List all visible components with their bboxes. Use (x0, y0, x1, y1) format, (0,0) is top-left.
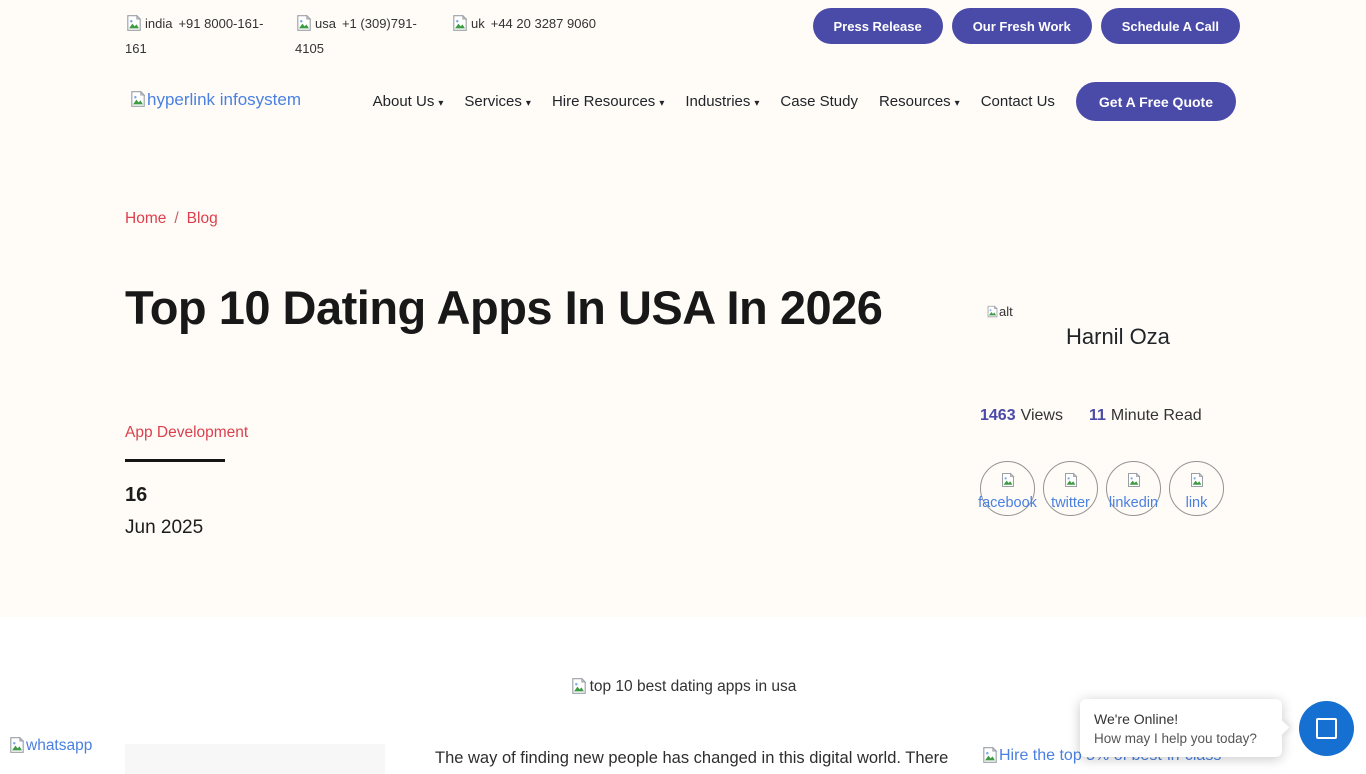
site-logo[interactable]: hyperlink infosystem (129, 90, 301, 110)
views-count: 1463 (980, 407, 1016, 424)
topbar-buttons: Press Release Our Fresh Work Schedule A … (813, 8, 1241, 44)
linkedin-alt-text: linkedin (1109, 495, 1158, 511)
uk-flag-alt-text: uk (471, 16, 485, 31)
publish-date-day: 16 (125, 484, 147, 507)
nav-hire-resources[interactable]: Hire Resources▾ (552, 93, 664, 110)
breadcrumb-home-link[interactable]: Home (125, 210, 166, 227)
breadcrumb-blog-link[interactable]: Blog (187, 210, 218, 227)
page-top-section: india+91 8000-161-161 usa+1 (309)791-410… (0, 0, 1366, 617)
nav-services[interactable]: Services▾ (464, 93, 531, 110)
nav-about-us[interactable]: About Us▾ (373, 93, 444, 110)
read-time-count: 11 (1089, 407, 1106, 424)
uk-flag-broken-image-icon (451, 14, 469, 32)
breadcrumb: Home / Blog (125, 210, 218, 228)
india-flag-alt-text: india (145, 16, 172, 31)
chevron-down-icon: ▾ (955, 98, 960, 109)
usa-phone-number[interactable]: +1 (309)791-4105 (295, 16, 417, 56)
phone-india[interactable]: india+91 8000-161-161 (125, 11, 275, 61)
whatsapp-float-button[interactable]: whatsapp (8, 736, 92, 755)
twitter-alt-text: twitter (1051, 495, 1090, 511)
chevron-down-icon: ▾ (438, 98, 443, 109)
nav-case-study[interactable]: Case Study (780, 93, 858, 110)
share-link-button[interactable]: link (1169, 461, 1224, 516)
get-a-free-quote-button[interactable]: Get A Free Quote (1076, 82, 1236, 121)
twitter-broken-image-icon (1063, 472, 1079, 488)
hire-banner-broken-image-icon (981, 746, 999, 764)
logo-broken-image-icon (129, 90, 147, 108)
whatsapp-broken-image-icon (8, 736, 26, 754)
facebook-broken-image-icon (1000, 472, 1016, 488)
category-app-development-link[interactable]: App Development (125, 424, 248, 442)
schedule-a-call-button[interactable]: Schedule A Call (1101, 8, 1240, 44)
chevron-down-icon: ▾ (526, 98, 531, 109)
breadcrumb-separator: / (174, 210, 178, 227)
intro-paragraph: The way of finding new people has change… (435, 749, 948, 768)
chat-tooltip: We're Online! How may I help you today? (1080, 699, 1282, 757)
blog-page: { "icons": { "dropdown_caret": "▾" }, "c… (0, 0, 1366, 768)
nav-industries[interactable]: Industries▾ (685, 93, 759, 110)
read-time-stat: 11 Minute Read (1089, 407, 1202, 425)
chevron-down-icon: ▾ (754, 98, 759, 109)
main-navigation: About Us▾ Services▾ Hire Resources▾ Indu… (373, 82, 1236, 121)
phone-uk[interactable]: uk +44 20 3287 9060 (451, 11, 596, 61)
share-linkedin-button[interactable]: linkedin (1106, 461, 1161, 516)
share-twitter-button[interactable]: twitter (1043, 461, 1098, 516)
linkedin-broken-image-icon (1126, 472, 1142, 488)
share-facebook-button[interactable]: facebook (980, 461, 1035, 516)
page-title: Top 10 Dating Apps In USA In 2026 (125, 274, 885, 341)
chat-question-text: How may I help you today? (1094, 729, 1268, 748)
views-label: Views (1021, 407, 1063, 424)
contact-topbar: india+91 8000-161-161 usa+1 (309)791-410… (125, 11, 596, 61)
chat-launcher-button[interactable] (1299, 701, 1354, 756)
hero-broken-image-icon (570, 677, 588, 695)
phone-usa[interactable]: usa+1 (309)791-4105 (295, 11, 431, 61)
author-name: Harnil Oza (1066, 324, 1170, 350)
nav-resources[interactable]: Resources▾ (879, 93, 960, 110)
article-stats: 1463 Views 11 Minute Read (980, 407, 1202, 425)
hero-image: top 10 best dating apps in usa (0, 677, 1366, 696)
author-broken-image-icon (986, 305, 999, 318)
india-flag-broken-image-icon (125, 14, 143, 32)
views-stat: 1463 Views (980, 407, 1063, 425)
whatsapp-alt-text: whatsapp (26, 737, 92, 754)
chevron-down-icon: ▾ (659, 98, 664, 109)
usa-flag-alt-text: usa (315, 16, 336, 31)
table-of-contents-box (125, 744, 385, 774)
facebook-alt-text: facebook (978, 495, 1037, 511)
link-alt-text: link (1186, 495, 1208, 511)
usa-flag-broken-image-icon (295, 14, 313, 32)
nav-contact-us[interactable]: Contact Us (981, 93, 1055, 110)
link-broken-image-icon (1189, 472, 1205, 488)
our-fresh-work-button[interactable]: Our Fresh Work (952, 8, 1092, 44)
uk-phone-number[interactable]: +44 20 3287 9060 (491, 16, 596, 31)
read-time-label: Minute Read (1111, 407, 1202, 424)
author-image-alt-text: alt (999, 304, 1013, 319)
author-avatar: alt (986, 304, 1013, 319)
chat-window-icon (1316, 718, 1337, 739)
title-divider (125, 459, 225, 462)
social-share-buttons: facebook twitter linkedin link (980, 461, 1224, 516)
publish-date-month-year: Jun 2025 (125, 517, 203, 539)
hero-image-alt-text: top 10 best dating apps in usa (590, 678, 797, 695)
logo-alt-text: hyperlink infosystem (147, 90, 301, 109)
press-release-button[interactable]: Press Release (813, 8, 943, 44)
chat-status-text: We're Online! (1094, 710, 1268, 729)
